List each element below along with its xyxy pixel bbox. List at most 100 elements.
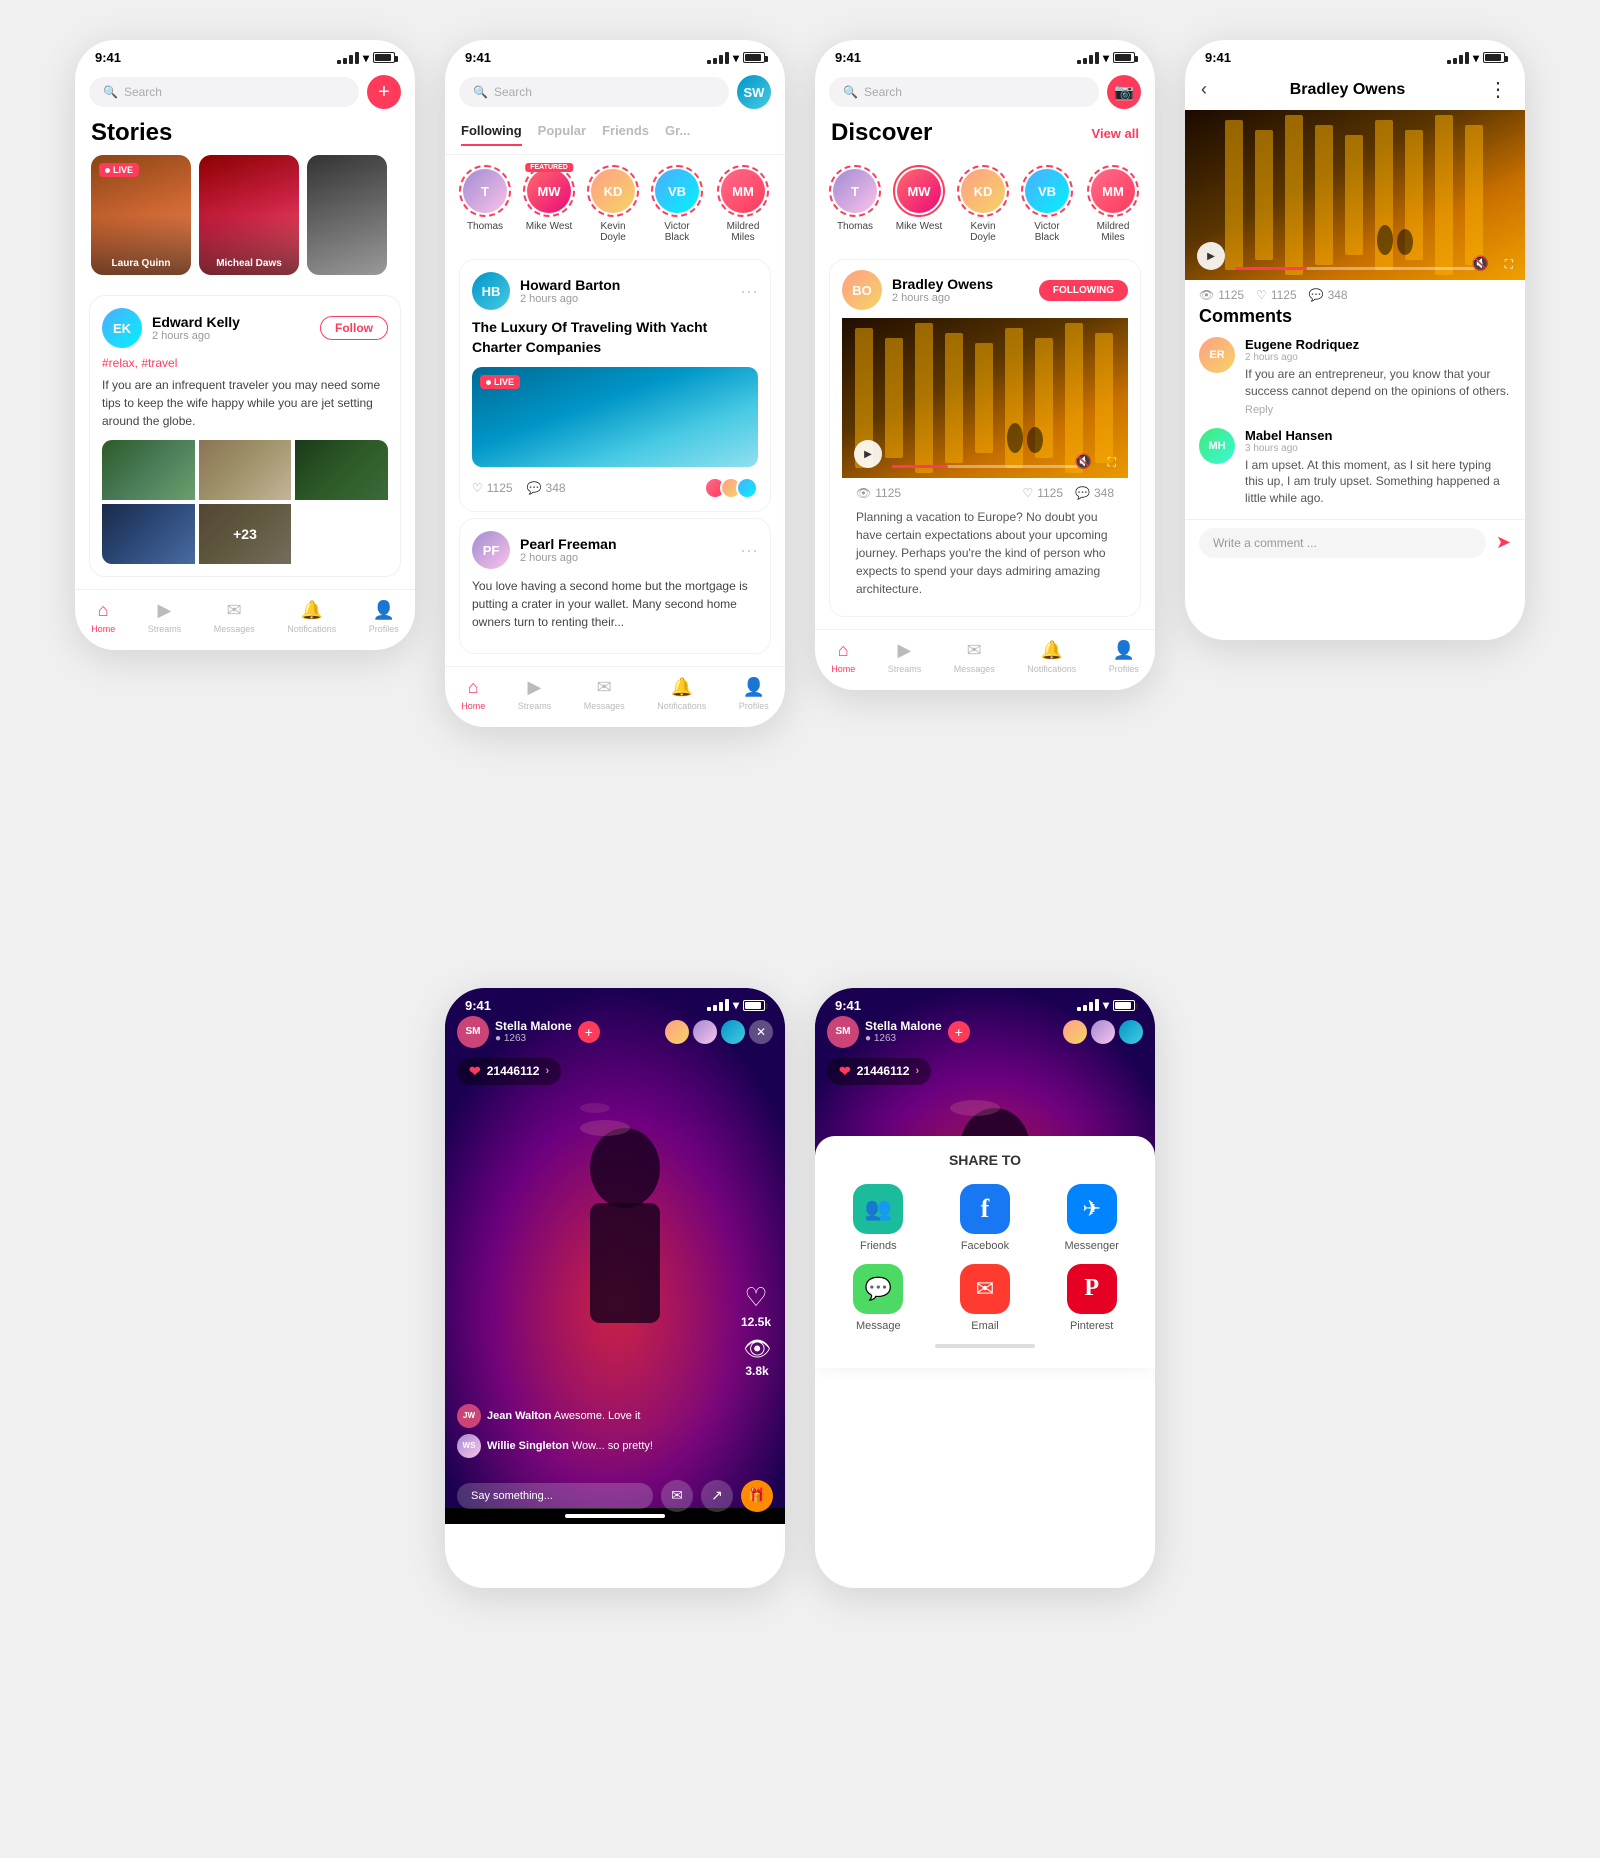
tab-popular[interactable]: Popular — [538, 123, 586, 146]
share-email[interactable]: ✉ Email — [938, 1264, 1033, 1332]
time-howard: 2 hours ago — [520, 293, 620, 305]
like-count: 12.5k — [741, 1315, 771, 1329]
volume-icon-3[interactable]: 🔇 — [1075, 453, 1092, 470]
live-close-button[interactable]: ✕ — [749, 1020, 773, 1044]
story-mikewest-2[interactable]: MW FEATURED Mike West — [523, 165, 575, 243]
more-button-4[interactable]: ⋮ — [1488, 77, 1509, 102]
search-input-3[interactable]: 🔍 Search — [829, 77, 1099, 107]
nav-notifications-1[interactable]: 🔔 Notifications — [287, 600, 336, 634]
story-card-laura[interactable]: LIVE Laura Quinn — [91, 155, 191, 275]
fullscreen-icon-3[interactable]: ⛶ — [1108, 455, 1116, 470]
phone-detail: 9:41 ▾ ‹ Bradley Owens ⋮ — [1185, 40, 1525, 640]
likes-stat-3[interactable]: ♡ 1125 — [1022, 486, 1063, 500]
story-mikewest-3[interactable]: MW Mike West — [893, 165, 945, 243]
nav-notifications-3[interactable]: 🔔 Notifications — [1027, 640, 1076, 674]
fullscreen-icon-4[interactable]: ⛶ — [1505, 257, 1513, 272]
story-thomas-3[interactable]: T Thomas — [829, 165, 881, 243]
live-email-icon[interactable]: ✉ — [661, 1480, 693, 1512]
tab-following[interactable]: Following — [461, 123, 522, 146]
like-btn-howard[interactable]: ♡ 1125 — [472, 481, 513, 495]
live-user-text-6: Stella Malone ● 1263 — [865, 1019, 942, 1044]
post-card-howard: HB Howard Barton 2 hours ago ··· The Lux… — [459, 259, 771, 512]
phone-live: 9:41 ▾ — [445, 988, 785, 1588]
send-button[interactable]: ➤ — [1496, 532, 1511, 553]
search-input-1[interactable]: 🔍 Search — [89, 77, 359, 107]
likes-stat-4[interactable]: ♡ 1125 — [1256, 288, 1297, 302]
story-victorblack-2[interactable]: VB Victor Black — [651, 165, 703, 243]
bottom-nav-2: ⌂ Home ▶ Streams ✉ Messages 🔔 Notificati… — [445, 666, 785, 727]
avatar-mikewest-2: MW — [527, 169, 571, 213]
story-kevindoyle-2[interactable]: KD Kevin Doyle — [587, 165, 639, 243]
comment-btn-howard[interactable]: 💬 348 — [527, 481, 566, 495]
live-gift-icon[interactable]: 🎁 — [741, 1480, 773, 1512]
status-icons-6: ▾ — [1077, 998, 1135, 1012]
nav-profiles-1[interactable]: 👤 Profiles — [369, 600, 399, 634]
share-facebook[interactable]: f Facebook — [938, 1184, 1033, 1252]
live-watcher-2 — [693, 1020, 717, 1044]
comments-stat-3[interactable]: 💬 348 — [1075, 486, 1114, 500]
signal-icon-6 — [1077, 999, 1099, 1011]
following-button[interactable]: FOLLOWING — [1039, 280, 1128, 301]
story-label-micheal: Micheal Daws — [199, 258, 299, 269]
story-mildredmiles-2[interactable]: MM Mildred Miles — [715, 165, 771, 243]
nav-messages-2[interactable]: ✉ Messages — [584, 677, 625, 711]
nav-streams-1[interactable]: ▶ Streams — [148, 600, 182, 634]
live-add-button-6[interactable]: + — [948, 1021, 970, 1043]
volume-icon-4[interactable]: 🔇 — [1472, 255, 1489, 272]
share-pinterest[interactable]: P Pinterest — [1044, 1264, 1139, 1332]
like-heart-icon[interactable]: ♡ — [744, 1282, 767, 1313]
story-thomas-2[interactable]: T Thomas — [459, 165, 511, 243]
share-message[interactable]: 💬 Message — [831, 1264, 926, 1332]
nav-messages-1[interactable]: ✉ Messages — [214, 600, 255, 634]
battery-icon-2 — [743, 52, 765, 63]
follow-button[interactable]: Follow — [320, 316, 388, 340]
live-comment-text-2: Willie Singleton Wow... so pretty! — [487, 1440, 653, 1452]
view-all-btn[interactable]: View all — [1092, 126, 1139, 141]
play-button-3[interactable]: ▶ — [854, 440, 882, 468]
camera-button-3[interactable]: 📷 — [1107, 75, 1141, 109]
nav-profiles-3[interactable]: 👤 Profiles — [1109, 640, 1139, 674]
share-messenger[interactable]: ✈ Messenger — [1044, 1184, 1139, 1252]
nav-messages-3[interactable]: ✉ Messages — [954, 640, 995, 674]
reply-button-1[interactable]: Reply — [1245, 404, 1511, 416]
comments-stat-4[interactable]: 💬 348 — [1309, 288, 1348, 302]
more-icon-howard[interactable]: ··· — [740, 281, 758, 302]
avatar-mildredmiles-2: MM — [721, 169, 765, 213]
nav-notifications-2[interactable]: 🔔 Notifications — [657, 677, 706, 711]
tab-groups[interactable]: Gr... — [665, 123, 690, 146]
messenger-icon: ✈ — [1067, 1184, 1117, 1234]
avatar-kevindoyle-2: KD — [591, 169, 635, 213]
status-bar-6: 9:41 ▾ — [815, 988, 1155, 1017]
story-victorblack-3[interactable]: VB Victor Black — [1021, 165, 1073, 243]
nav-home-3[interactable]: ⌂ Home — [831, 640, 855, 674]
back-button-4[interactable]: ‹ — [1201, 79, 1207, 100]
post-image-howard: LIVE — [472, 367, 758, 467]
nav-home-1[interactable]: ⌂ Home — [91, 600, 115, 634]
nav-streams-3[interactable]: ▶ Streams — [888, 640, 922, 674]
nav-home-2[interactable]: ⌂ Home — [461, 677, 485, 711]
nav-profiles-2[interactable]: 👤 Profiles — [739, 677, 769, 711]
story-mildredmiles-3[interactable]: MM Mildred Miles — [1085, 165, 1141, 243]
time-4: 9:41 — [1205, 50, 1231, 65]
live-chat-input[interactable]: Say something... — [457, 1483, 653, 1509]
story-name-mildredmiles-2: Mildred Miles — [715, 221, 771, 243]
tab-friends[interactable]: Friends — [602, 123, 649, 146]
home-bar-6 — [935, 1344, 1035, 1348]
live-add-button[interactable]: + — [578, 1021, 600, 1043]
comment-text-1: If you are an entrepreneur, you know tha… — [1245, 366, 1511, 400]
story-card-micheal[interactable]: Micheal Daws — [199, 155, 299, 275]
comment-input[interactable]: Write a comment ... — [1199, 528, 1486, 558]
live-share-icon[interactable]: ↗ — [701, 1480, 733, 1512]
nav-streams-2[interactable]: ▶ Streams — [518, 677, 552, 711]
play-button-4[interactable]: ▶ — [1197, 242, 1225, 270]
search-input-2[interactable]: 🔍 Search — [459, 77, 729, 107]
signal-icon — [337, 52, 359, 64]
more-icon-pearl[interactable]: ··· — [740, 540, 758, 561]
story-kevindoyle-3[interactable]: KD Kevin Doyle — [957, 165, 1009, 243]
story-card-3[interactable] — [307, 155, 387, 275]
stats-row-4: 👁 1125 ♡ 1125 💬 348 — [1185, 280, 1525, 306]
time-bradley: 2 hours ago — [892, 292, 993, 304]
share-friends[interactable]: 👥 Friends — [831, 1184, 926, 1252]
add-button-1[interactable]: + — [367, 75, 401, 109]
user-avatar-2[interactable]: SW — [737, 75, 771, 109]
